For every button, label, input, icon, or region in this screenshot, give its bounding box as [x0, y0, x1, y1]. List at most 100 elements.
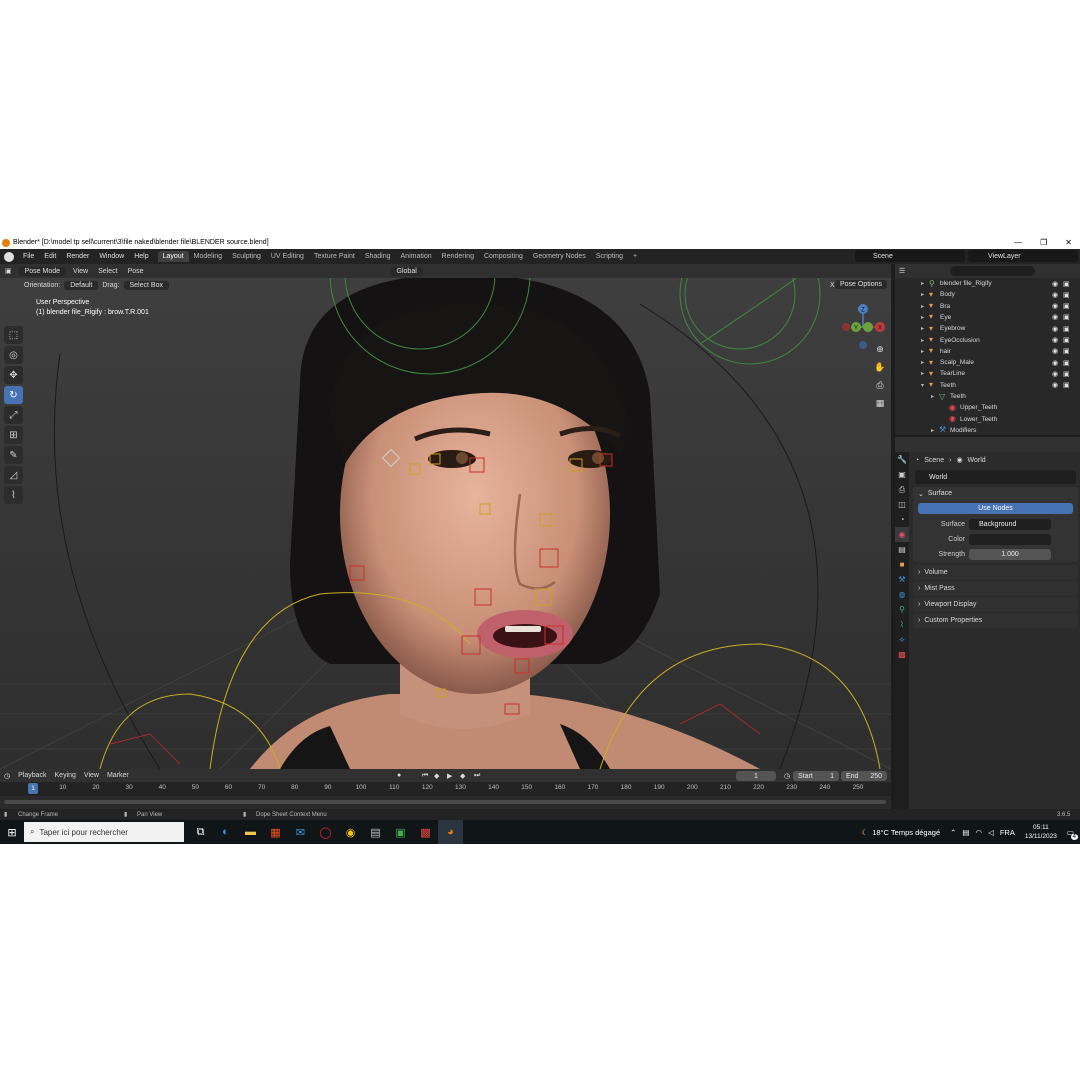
menu-playback[interactable]: Playback [14, 772, 50, 779]
use-nodes-button[interactable]: Use Nodes [918, 503, 1073, 514]
surface-panel-header[interactable]: ⌄ Surface [913, 487, 1078, 500]
outliner-item[interactable]: ▸ ▾ TearLine ◉ ▣ [895, 368, 1080, 379]
tab-geometry-nodes[interactable]: Geometry Nodes [528, 251, 591, 262]
maximize-button[interactable]: ❐ [1040, 238, 1047, 247]
prev-keyframe-icon[interactable]: ◆ [430, 772, 443, 780]
outliner-item[interactable]: ▸ ⚲ blender file_Rigify ◉ ▣ [895, 278, 1080, 289]
expand-toggle-icon[interactable]: ▸ [921, 280, 929, 287]
scene-selector[interactable]: Scene [855, 250, 965, 262]
strength-field[interactable]: 1.000 [969, 549, 1051, 560]
blender-taskbar-icon[interactable]: ◕ [438, 820, 463, 844]
start-frame-field[interactable]: Start 1 [793, 771, 839, 781]
cursor-tool-icon[interactable]: ◎ [4, 346, 23, 364]
ortho-grid-icon[interactable]: ▦ [873, 398, 887, 412]
tab-sculpting[interactable]: Sculpting [227, 251, 266, 262]
expand-toggle-icon[interactable]: ▸ [921, 325, 929, 332]
outliner-item[interactable]: ◉ Lower_Teeth [895, 414, 1080, 425]
render-camera-icon[interactable]: ▣ [1063, 313, 1070, 321]
transform-tool-icon[interactable]: ⊞ [4, 426, 23, 444]
modifier-tab-icon[interactable]: ⚒ [895, 572, 909, 587]
visibility-eye-icon[interactable]: ◉ [1052, 347, 1058, 355]
render-camera-icon[interactable]: ▣ [1063, 280, 1070, 288]
relax-tool-icon[interactable]: ⌇ [4, 486, 23, 504]
edge-browser-icon[interactable]: ◐ [213, 820, 238, 844]
3d-viewport[interactable]: ▣ Pose Mode View Select Pose Global Orie… [0, 264, 891, 769]
scene-tab-icon[interactable]: ◔ [895, 512, 909, 527]
menu-render[interactable]: Render [61, 253, 94, 260]
tab-texture-paint[interactable]: Texture Paint [309, 251, 360, 262]
expand-toggle-icon[interactable]: ▸ [931, 427, 939, 434]
tab-shading[interactable]: Shading [360, 251, 396, 262]
breadcrumb-scene[interactable]: Scene [924, 457, 944, 464]
record-button[interactable]: ● [393, 772, 405, 779]
tab-animation[interactable]: Animation [396, 251, 437, 262]
current-frame-field[interactable]: 1 [736, 771, 776, 781]
jump-end-icon[interactable]: ⏭ [470, 772, 484, 780]
play-icon[interactable]: ▶ [443, 772, 456, 780]
wifi-icon[interactable]: ◠ [976, 828, 983, 837]
annotate-tool-icon[interactable]: ✎ [4, 446, 23, 464]
render-camera-icon[interactable]: ▣ [1063, 347, 1070, 355]
texture-tab-icon[interactable]: ▩ [895, 647, 909, 662]
frame-ruler[interactable]: 1 10 20 30 40 50 60 70 80 90 100 110 120 130 140 150 16… [0, 782, 891, 796]
custom-properties-panel[interactable]: › Custom Properties [913, 613, 1078, 628]
task-view-icon[interactable]: ⧉ [188, 820, 213, 844]
clock[interactable]: 05:11 13/11/2023 [1025, 823, 1057, 841]
minimize-button[interactable]: — [1014, 238, 1022, 247]
visibility-eye-icon[interactable]: ◉ [1052, 291, 1058, 299]
render-camera-icon[interactable]: ▣ [1063, 370, 1070, 378]
mail-icon[interactable]: ✉ [288, 820, 313, 844]
world-tab-icon[interactable]: ◉ [895, 527, 909, 542]
outliner-item[interactable]: ▸ ▾ Eyebrow ◉ ▣ [895, 323, 1080, 334]
bone-tab-icon[interactable]: ⌇ [895, 617, 909, 632]
volume-panel[interactable]: › Volume [913, 565, 1078, 580]
outliner-item[interactable]: ▸ ▾ EyeOcclusion ◉ ▣ [895, 335, 1080, 346]
windows-start-icon[interactable]: ⊞ [0, 820, 24, 844]
outliner-item[interactable]: ▸ ▾ Body ◉ ▣ [895, 289, 1080, 300]
menu-marker[interactable]: Marker [103, 772, 133, 779]
color-swatch[interactable] [969, 534, 1051, 545]
physics-tab-icon[interactable]: ◍ [895, 587, 909, 602]
menu-help[interactable]: Help [129, 253, 153, 260]
microsoft-store-icon[interactable]: ▦ [263, 820, 288, 844]
menu-file[interactable]: File [18, 253, 39, 260]
menu-view[interactable]: View [68, 268, 93, 275]
visibility-eye-icon[interactable]: ◉ [1052, 325, 1058, 333]
editor-type-icon[interactable]: ▣ [0, 267, 17, 275]
menu-edit[interactable]: Edit [39, 253, 61, 260]
visibility-eye-icon[interactable]: ◉ [1052, 280, 1058, 288]
outliner-item[interactable]: ▸ ⚒ Modifiers [895, 425, 1080, 436]
zoom-icon[interactable]: ⊕ [873, 344, 887, 358]
tab-compositing[interactable]: Compositing [479, 251, 528, 262]
tab-rendering[interactable]: Rendering [437, 251, 479, 262]
tab-layout[interactable]: Layout [157, 251, 189, 262]
camera-view-icon[interactable]: ⎙ [873, 380, 887, 394]
visibility-eye-icon[interactable]: ◉ [1052, 359, 1058, 367]
constraint-tab-icon[interactable]: ⟡ [895, 632, 909, 647]
select-box-tool-icon[interactable]: ⬚ [4, 326, 23, 344]
pose-options-dropdown[interactable]: Pose Options [834, 280, 887, 289]
object-tab-icon[interactable]: ■ [895, 557, 909, 572]
output-tab-icon[interactable]: ⎙ [895, 482, 909, 497]
world-datablock-field[interactable]: World [915, 470, 1076, 484]
expand-toggle-icon[interactable]: ▾ [921, 382, 929, 389]
armature-tab-icon[interactable]: ⚲ [895, 602, 909, 617]
outliner-item[interactable]: ▸ ▾ Eye ◉ ▣ [895, 312, 1080, 323]
tab-scripting[interactable]: Scripting [591, 251, 628, 262]
visibility-eye-icon[interactable]: ◉ [1052, 313, 1058, 321]
rotate-tool-icon[interactable]: ↻ [4, 386, 23, 404]
viewport-display-panel[interactable]: › Viewport Display [913, 597, 1078, 612]
render-camera-icon[interactable]: ▣ [1063, 381, 1070, 389]
drag-dropdown[interactable]: Select Box [123, 281, 169, 290]
render-tab-icon[interactable]: ▣ [895, 467, 909, 482]
volume-icon[interactable]: ◁ [988, 828, 994, 837]
language-indicator[interactable]: FRA [1000, 828, 1015, 837]
app-icon[interactable]: ▤ [363, 820, 388, 844]
expand-toggle-icon[interactable]: ▸ [921, 303, 929, 310]
visibility-eye-icon[interactable]: ◉ [1052, 370, 1058, 378]
excel-icon[interactable]: ▣ [388, 820, 413, 844]
close-button[interactable]: ✕ [1065, 238, 1072, 247]
surface-shader-field[interactable]: Background [969, 519, 1051, 530]
tab-uv-editing[interactable]: UV Editing [266, 251, 309, 262]
view-layer-selector[interactable]: ViewLayer [968, 250, 1078, 262]
